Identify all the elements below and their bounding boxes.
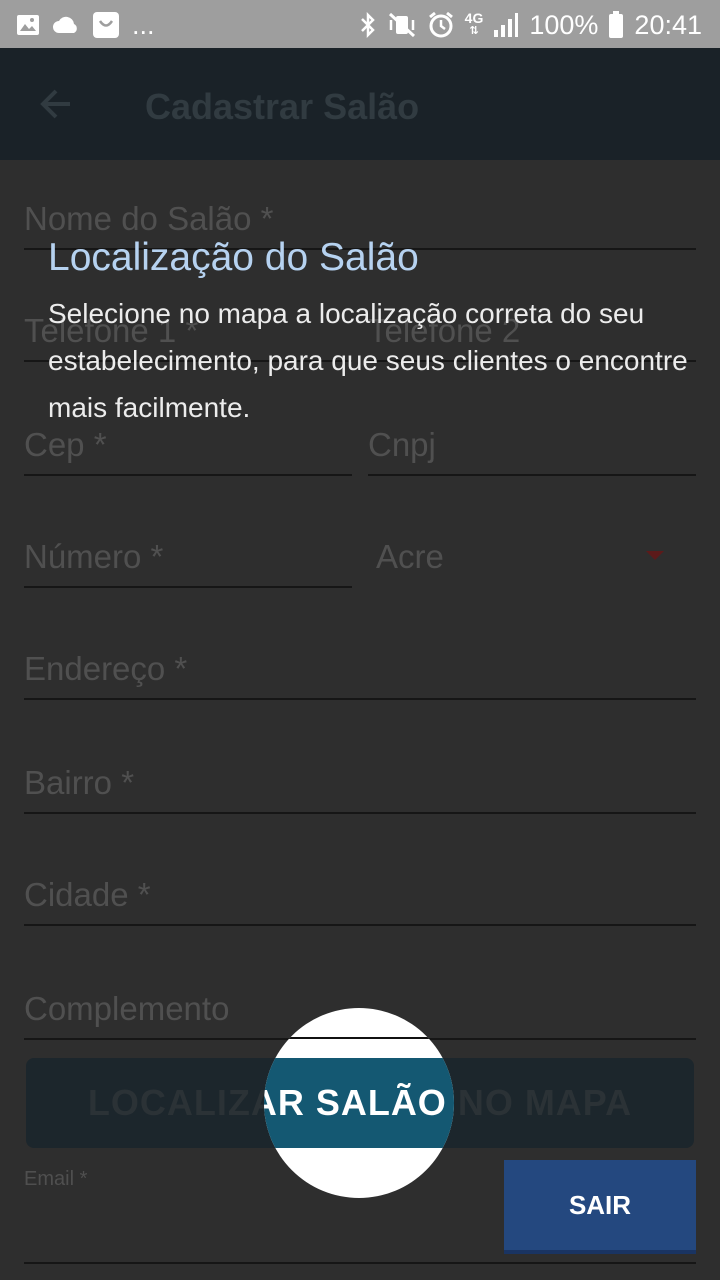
- battery-icon: [608, 11, 624, 39]
- tutorial-title: Localização do Salão: [48, 236, 419, 279]
- app-bar: Cadastrar Salão: [0, 48, 720, 160]
- numero-field[interactable]: Número *: [24, 526, 352, 588]
- numero-label: Número *: [24, 538, 164, 575]
- bairro-field[interactable]: Bairro *: [24, 752, 696, 814]
- shop-bag-icon: [92, 11, 120, 39]
- email-field[interactable]: [24, 1262, 696, 1264]
- cidade-label: Cidade *: [24, 876, 151, 913]
- exit-tutorial-button[interactable]: SAIR: [504, 1160, 696, 1254]
- bluetooth-icon: [359, 11, 377, 39]
- signal-icon: [493, 12, 519, 38]
- complemento-label: Complemento: [24, 990, 230, 1027]
- nome-label: Nome do Salão *: [24, 200, 274, 237]
- spotlight-map-button-label: LOCALIZAR SALÃO NO MAPA: [264, 1082, 454, 1123]
- complemento-underline: [264, 1037, 454, 1039]
- image-icon: [16, 13, 40, 37]
- cloud-icon: [52, 14, 80, 36]
- page-title: Cadastrar Salão: [145, 86, 420, 127]
- status-overflow: ...: [132, 9, 155, 40]
- status-bar: ... 4G ⇅ 100% 20:41: [0, 0, 720, 48]
- cidade-field[interactable]: Cidade *: [24, 864, 696, 926]
- network-4g-icon: 4G ⇅: [464, 10, 484, 37]
- endereco-field[interactable]: Endereço *: [24, 638, 696, 700]
- endereco-label: Endereço *: [24, 650, 188, 687]
- spotlight-map-button[interactable]: LOCALIZAR SALÃO NO MAPA: [264, 1058, 454, 1148]
- estado-select[interactable]: Acre: [376, 526, 696, 586]
- back-arrow-icon[interactable]: [36, 84, 76, 124]
- cnpj-label: Cnpj: [368, 426, 436, 463]
- alarm-icon: [427, 11, 455, 39]
- bairro-label: Bairro *: [24, 764, 135, 801]
- battery-percent: 100%: [529, 9, 599, 40]
- spotlight-highlight[interactable]: LOCALIZAR SALÃO NO MAPA: [264, 1008, 454, 1198]
- email-label: Email *: [24, 1168, 88, 1190]
- vibrate-mute-icon: [387, 11, 417, 39]
- estado-value: Acre: [376, 538, 444, 575]
- cep-label: Cep *: [24, 426, 107, 463]
- dropdown-arrow-icon: [646, 551, 664, 560]
- clock: 20:41: [634, 9, 702, 40]
- tutorial-description: Selecione no mapa a localização correta …: [48, 298, 688, 423]
